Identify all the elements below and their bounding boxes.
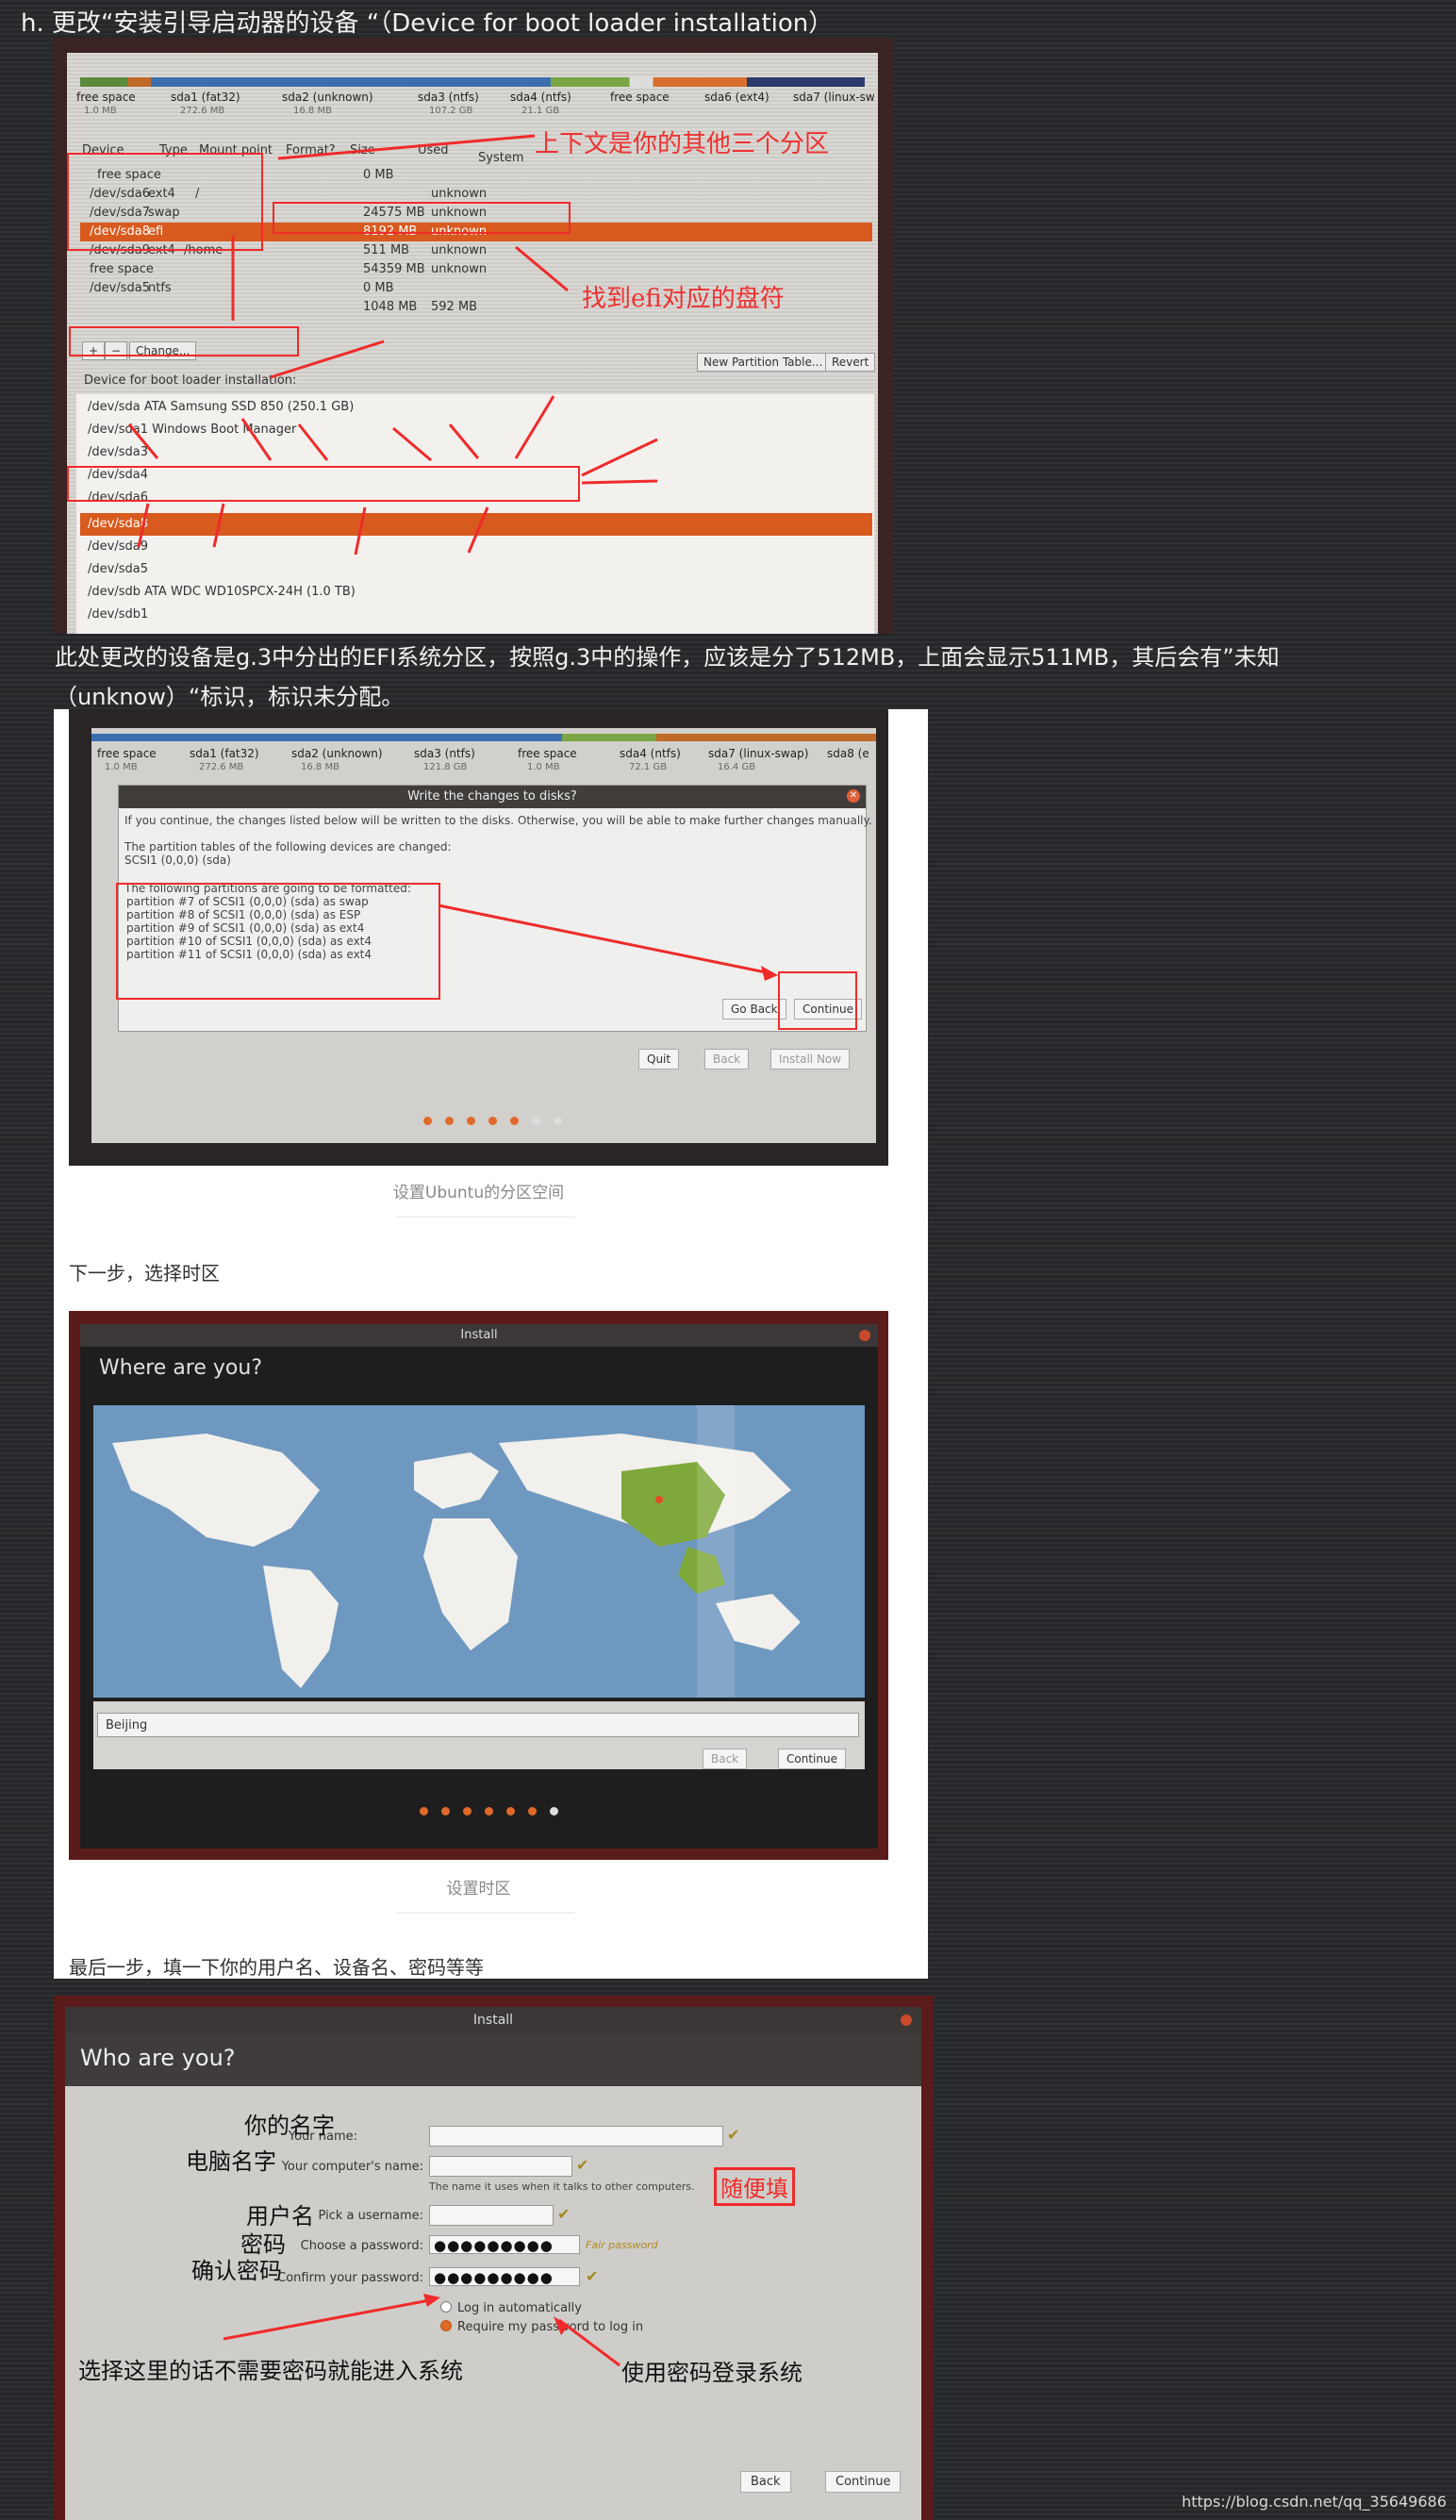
section-heading: h. 更改“安装引导启动器的设备 “（Device for boot loade…	[21, 9, 834, 38]
progress-dots	[420, 1807, 558, 1815]
photo-who-are-you: Install Who are you? Your name: ✔ Your c…	[54, 1996, 934, 2520]
window-title: Install	[80, 1324, 878, 1347]
annotation-arrows	[223, 2294, 620, 2367]
world-map[interactable]	[93, 1405, 865, 1698]
caption-divider	[396, 1217, 575, 1218]
photo-timezone: Install Where are you? Beijing Back Cont…	[69, 1311, 888, 1860]
back-button[interactable]: Back	[703, 1749, 748, 1769]
annotation-arrow	[438, 904, 778, 981]
annotation-arrows	[127, 134, 658, 555]
last-step-text: 最后一步，填一下你的用户名、设备名、密码等等	[69, 1956, 484, 1979]
where-heading: Where are you?	[99, 1356, 262, 1380]
world-map-shapes	[112, 1405, 801, 1698]
installer-screen: Install Where are you? Beijing Back Cont…	[80, 1324, 878, 1849]
caption-partition: 设置Ubuntu的分区空间	[392, 1184, 565, 1202]
continue-button[interactable]: Continue	[778, 1749, 846, 1769]
photo-write-changes: free space sda1 (fat32) sda2 (unknown) s…	[69, 709, 888, 1166]
step-text: 下一步，选择时区	[69, 1262, 220, 1285]
close-icon[interactable]	[859, 1330, 870, 1341]
caption-timezone: 设置时区	[446, 1880, 511, 1898]
explanation-paragraph: 此处更改的设备是g.3中分出的EFI系统分区，按照g.3中的操作，应该是分了51…	[55, 644, 1280, 710]
photo-partition-table: free space sda1 (fat32) sda2 (unknown) s…	[54, 38, 893, 634]
source-url: https://blog.csdn.net/qq_35649686	[1182, 2493, 1447, 2511]
location-input[interactable]: Beijing	[97, 1713, 859, 1737]
caption-divider	[396, 1913, 575, 1914]
